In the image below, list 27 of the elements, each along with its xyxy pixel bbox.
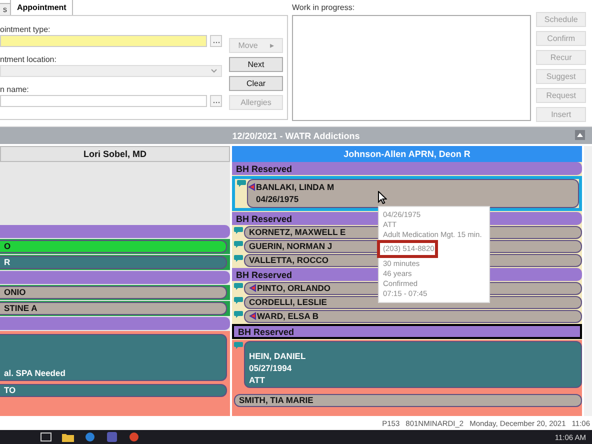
appointment-text: ONIO (4, 287, 26, 298)
appointment-text: VALLETTA, ROCCO (249, 255, 328, 266)
appointment-text: TO (4, 385, 16, 396)
reserved-label: BH Reserved (236, 164, 292, 174)
appointment-text: BANLAKI, LINDA M (256, 182, 334, 193)
field-label: ointment type: (0, 24, 52, 35)
appointment-text: SMITH, TIA MARIE (239, 395, 314, 406)
appointment-text: CORDELLI, LESLIE (249, 297, 327, 308)
appointment-text: GUERIN, NORMAN J (249, 241, 332, 252)
field-label: n name: (0, 84, 30, 95)
appointment-text: WARD, ELSA B (257, 311, 319, 322)
appointment-text: 04/26/1975 (256, 194, 300, 205)
work-in-progress-label: Work in progress: (292, 3, 356, 14)
appointment-text: STINE A (4, 303, 38, 314)
appointment-text: HEIN, DANIEL (249, 351, 306, 362)
reserved-label: BH Reserved (236, 270, 292, 280)
appointment-text: R (4, 257, 10, 268)
reserved-label: BH Reserved (238, 326, 294, 336)
appointment-text: ATT (249, 375, 266, 386)
appointment-text: O (4, 241, 11, 252)
schedule-title: 12/20/2021 - WATR Addictions (232, 130, 360, 140)
appointment-text: KORNETZ, MAXWELL E (249, 227, 346, 238)
appointment-text: 05/27/1994 (249, 363, 293, 374)
appointment-text: al. SPA Needed (4, 368, 66, 379)
reserved-label: BH Reserved (236, 214, 292, 224)
field-label: ntment location: (0, 54, 58, 65)
appointment-text: PINTO, ORLANDO (257, 283, 331, 294)
